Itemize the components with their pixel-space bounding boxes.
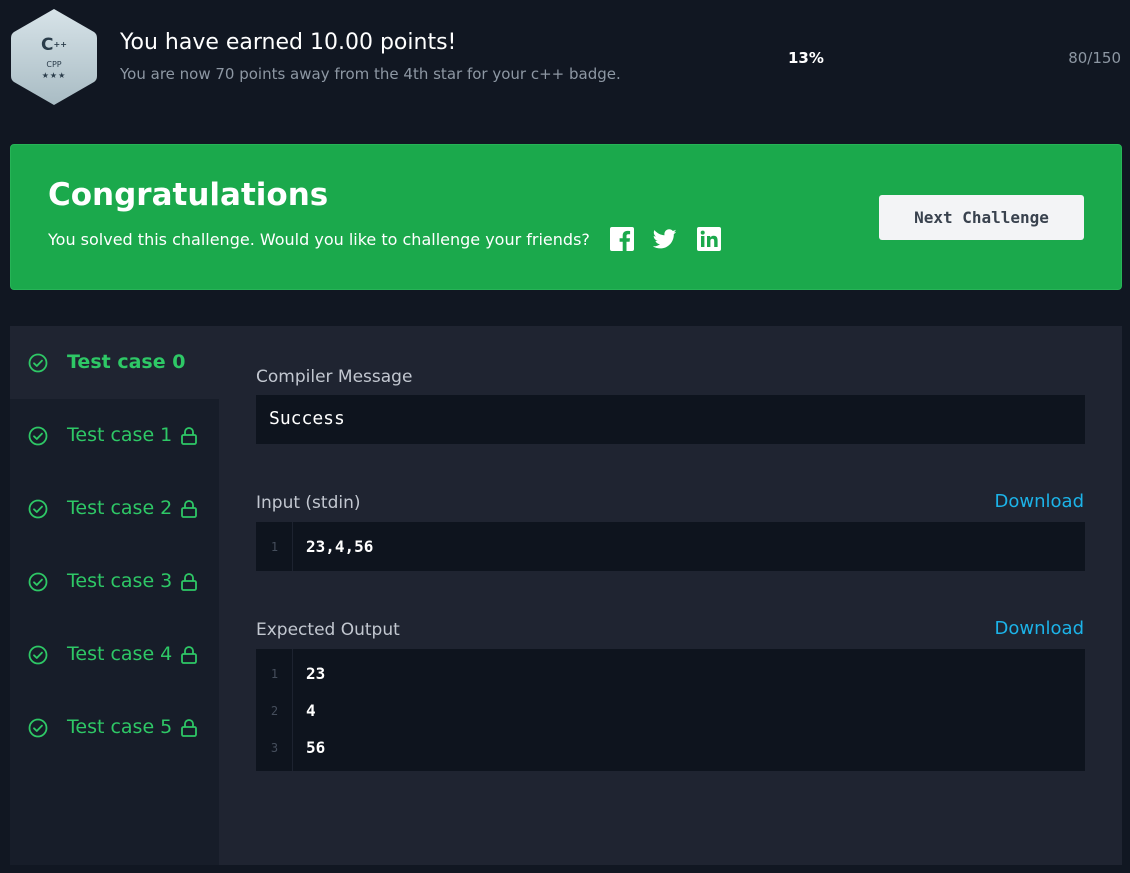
test-case-tab[interactable]: Test case 4	[10, 618, 219, 691]
check-circle-icon	[28, 572, 48, 592]
lock-icon	[181, 573, 197, 591]
points-subtitle: You are now 70 points away from the 4th …	[120, 65, 621, 83]
test-case-label: Test case 2	[67, 497, 173, 519]
test-case-tab[interactable]: Test case 5	[10, 691, 219, 764]
code-line: 1 23	[256, 655, 1085, 692]
banner-title: Congratulations	[48, 177, 329, 213]
test-case-label: Test case 3	[67, 570, 173, 592]
test-case-tab[interactable]: Test case 2	[10, 472, 219, 545]
congratulations-banner: Congratulations You solved this challeng…	[10, 144, 1122, 290]
input-code-box: 1 23,4,56	[256, 522, 1085, 571]
lock-icon	[181, 646, 197, 664]
compiler-message-label: Compiler Message	[256, 367, 413, 387]
line-text: 4	[306, 701, 316, 720]
input-label: Input (stdin)	[256, 493, 361, 513]
test-case-label: Test case 4	[67, 643, 173, 665]
line-number: 3	[270, 741, 279, 755]
check-circle-icon	[28, 718, 48, 738]
twitter-icon[interactable]	[653, 227, 677, 251]
check-circle-icon	[28, 499, 48, 519]
test-case-sidebar: Test case 0 Test case 1 Test case 2 Test…	[10, 326, 219, 865]
points-bar: C++ CPP ★★★ You have earned 10.00 points…	[0, 0, 1130, 120]
code-line: 2 4	[256, 692, 1085, 729]
line-number: 1	[270, 667, 279, 681]
test-case-label: Test case 0	[67, 351, 186, 373]
linkedin-icon[interactable]	[697, 227, 721, 251]
test-case-label: Test case 5	[67, 716, 173, 738]
lock-icon	[181, 719, 197, 737]
test-case-label: Test case 1	[67, 424, 173, 446]
code-line: 3 56	[256, 729, 1085, 766]
test-case-tab[interactable]: Test case 1	[10, 399, 219, 472]
test-case-tab[interactable]: Test case 3	[10, 545, 219, 618]
line-text: 23,4,56	[306, 537, 374, 556]
check-circle-icon	[28, 645, 48, 665]
input-download-link[interactable]: Download	[995, 491, 1084, 512]
next-challenge-button[interactable]: Next Challenge	[879, 195, 1084, 240]
output-download-link[interactable]: Download	[995, 618, 1084, 639]
badge-code: CPP	[46, 60, 62, 69]
line-text: 56	[306, 738, 326, 757]
banner-text: You solved this challenge. Would you lik…	[48, 230, 590, 249]
check-circle-icon	[28, 353, 48, 373]
check-circle-icon	[28, 426, 48, 446]
expected-output-label: Expected Output	[256, 620, 400, 640]
code-line: 1 23,4,56	[256, 528, 1085, 565]
line-number: 2	[270, 704, 279, 718]
expected-output-code-box: 1 23 2 4 3 56	[256, 649, 1085, 771]
compiler-message-box: Success	[256, 395, 1085, 444]
progress-percent: 13%	[788, 49, 824, 67]
test-results-panel: Test case 0 Test case 1 Test case 2 Test…	[10, 326, 1122, 865]
lock-icon	[181, 427, 197, 445]
line-number: 1	[270, 540, 279, 554]
facebook-icon[interactable]	[610, 227, 634, 251]
line-text: 23	[306, 664, 326, 683]
lock-icon	[181, 500, 197, 518]
points-earned-title: You have earned 10.00 points!	[120, 30, 457, 55]
points-count: 80/150	[1068, 49, 1121, 67]
challenge-result-page: C++ CPP ★★★ You have earned 10.00 points…	[0, 0, 1130, 873]
test-case-tab[interactable]: Test case 0	[10, 326, 219, 399]
badge-language: C++	[41, 35, 67, 55]
cpp-badge: C++ CPP ★★★	[9, 7, 99, 107]
badge-stars: ★★★	[41, 71, 67, 80]
